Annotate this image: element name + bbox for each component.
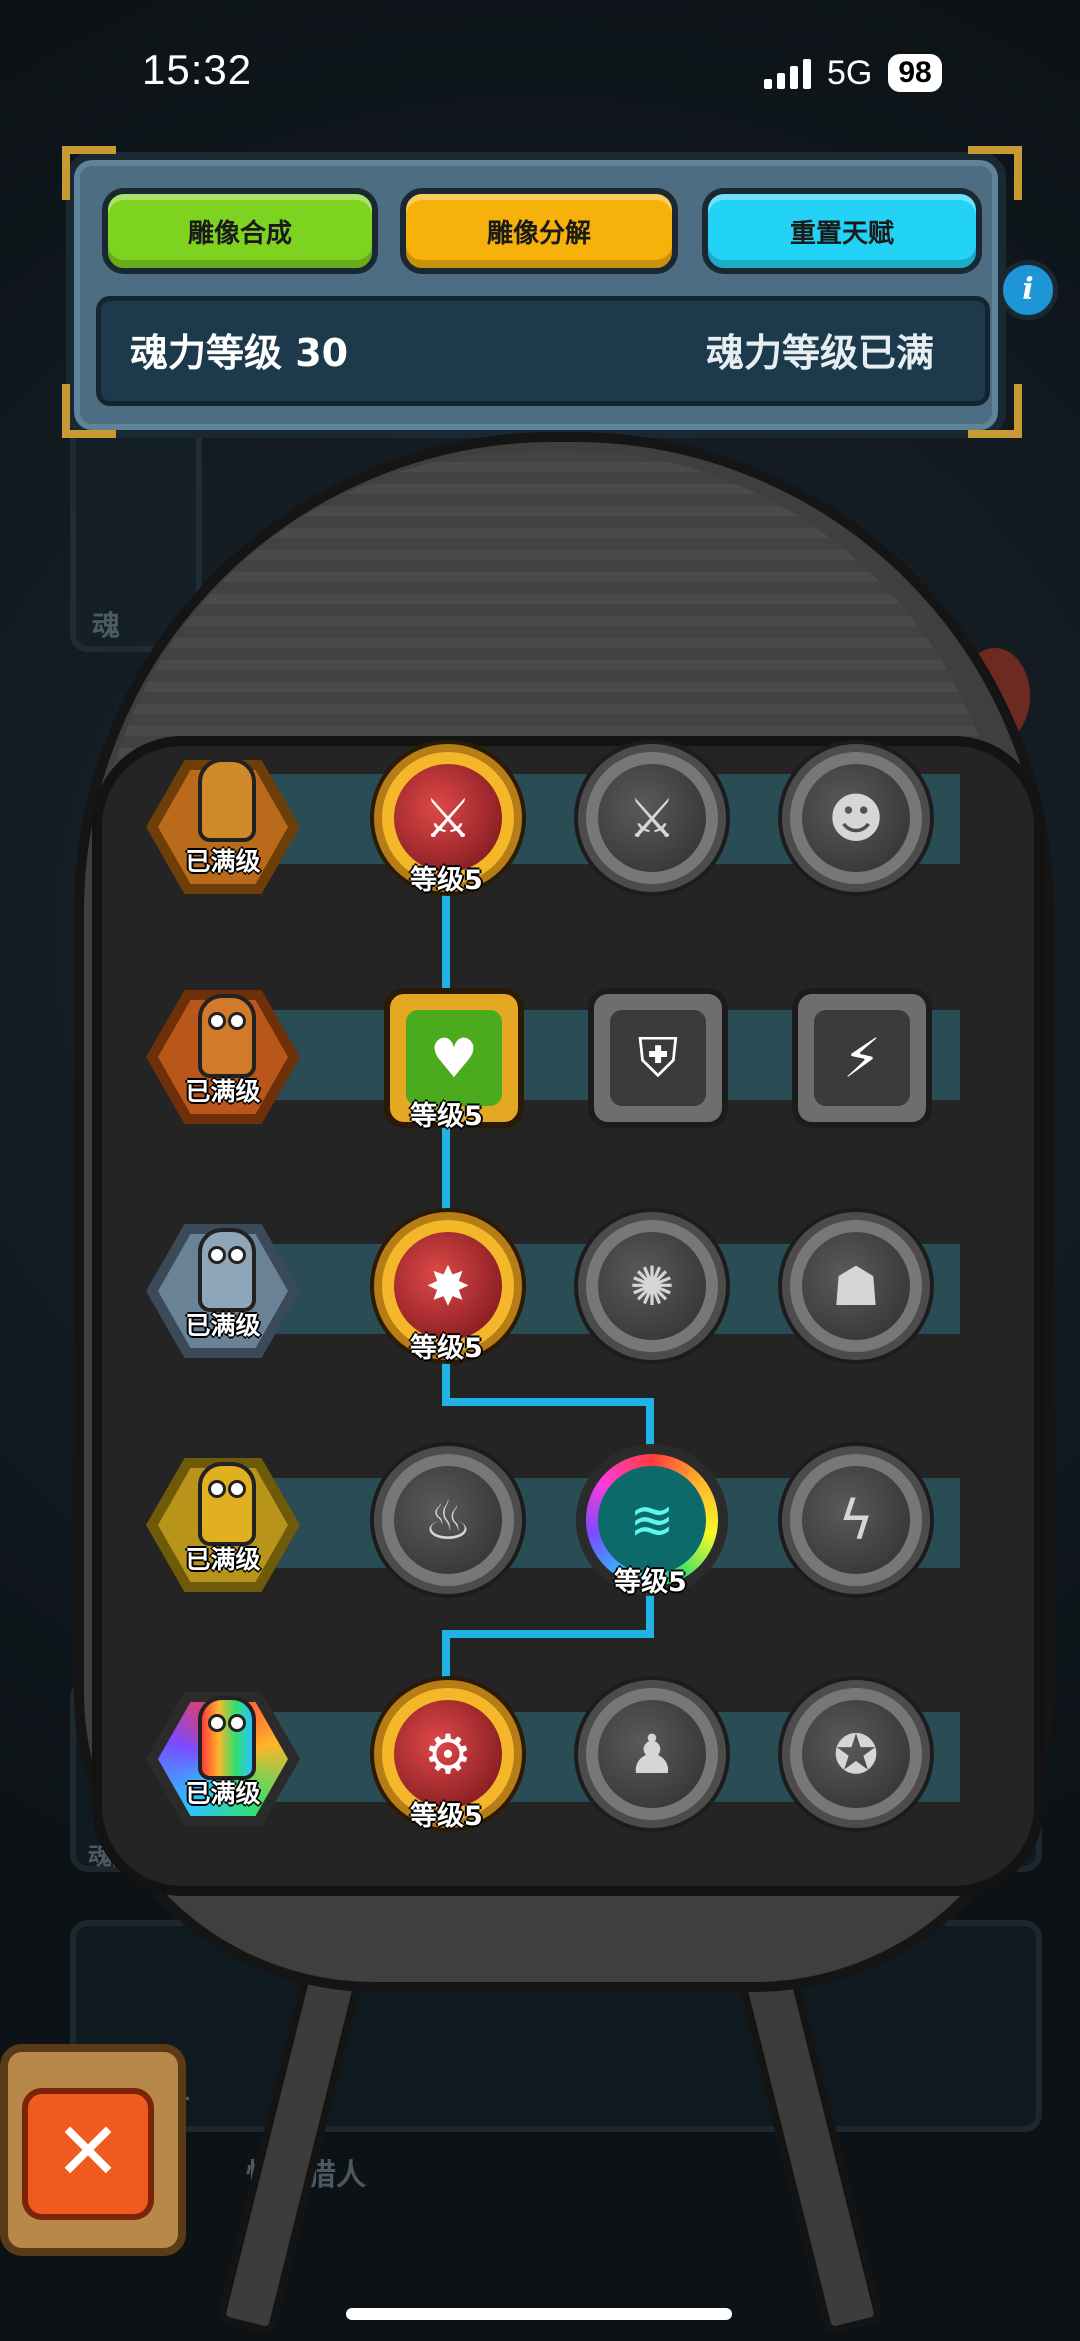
- striped-creature-icon: ☗: [802, 1232, 910, 1340]
- heart-icon: ♥: [406, 1010, 502, 1106]
- power-level-label: 魂力等级 30: [130, 331, 349, 375]
- talent-link: [442, 1116, 450, 1236]
- talent-node-locked[interactable]: ϟ: [790, 1454, 922, 1586]
- talent-node-locked[interactable]: ✪: [790, 1688, 922, 1820]
- statue-slot[interactable]: 已满级: [146, 1692, 300, 1826]
- close-button[interactable]: ✕: [22, 2088, 154, 2220]
- power-level-status: 魂力等级已满: [706, 331, 935, 375]
- creature-icon: ☻: [802, 764, 910, 872]
- fire-icon: ♨: [394, 1466, 502, 1574]
- home-indicator[interactable]: [346, 2308, 732, 2320]
- statue-synthesis-button[interactable]: 雕像合成: [102, 188, 378, 274]
- background-text: 魂: [92, 609, 121, 642]
- machine-icon: ⚙: [394, 1700, 502, 1808]
- explosion-icon: ✸: [394, 1232, 502, 1340]
- talent-link: [442, 880, 450, 1000]
- statue-slot[interactable]: 已满级: [146, 1458, 300, 1592]
- hooded-figure-icon: ♟: [598, 1700, 706, 1808]
- talent-node-locked[interactable]: ⚡: [792, 988, 932, 1128]
- panel-corner: [62, 146, 116, 200]
- statue-max-label: 已满级: [185, 1545, 261, 1574]
- talent-node-locked[interactable]: ♨: [382, 1454, 514, 1586]
- statue-max-label: 已满级: [185, 1779, 261, 1808]
- lightning-icon: ϟ: [802, 1466, 910, 1574]
- statue-max-label: 已满级: [185, 847, 261, 876]
- talent-level-label: 等级5: [410, 1333, 483, 1364]
- status-time: 15:32: [142, 46, 253, 93]
- scythe-icon: ⚔: [394, 764, 502, 872]
- info-icon[interactable]: i: [998, 260, 1058, 320]
- claw-icon: ✺: [598, 1232, 706, 1340]
- statue-max-label: 已满级: [185, 1077, 261, 1106]
- talent-link: [442, 1398, 654, 1406]
- network-label: 5G: [827, 53, 873, 92]
- wave-icon: ≋: [598, 1466, 706, 1574]
- battery-icon: 98: [888, 54, 942, 92]
- talent-level-label: 等级5: [410, 1101, 483, 1132]
- statue-max-label: 已满级: [185, 1311, 261, 1340]
- talent-node-locked[interactable]: ♟: [586, 1688, 718, 1820]
- signal-icon: [764, 57, 811, 89]
- talent-level-label: 等级5: [410, 865, 483, 896]
- shield-icon: ⛨: [610, 1010, 706, 1106]
- statue-slot[interactable]: 已满级: [146, 990, 300, 1124]
- lightning-speed-icon: ⚡: [814, 1010, 910, 1106]
- talent-node-locked[interactable]: ⛨: [588, 988, 728, 1128]
- talent-level-label: 等级5: [614, 1567, 687, 1598]
- talent-node-locked[interactable]: ☗: [790, 1220, 922, 1352]
- talent-node-locked[interactable]: ✺: [586, 1220, 718, 1352]
- cannon-icon: ✪: [802, 1700, 910, 1808]
- statue-slot[interactable]: 已满级: [146, 758, 300, 894]
- statue-slot[interactable]: 已满级: [146, 1224, 300, 1358]
- swords-icon: ⚔: [598, 764, 706, 872]
- talent-level-label: 等级5: [410, 1801, 483, 1832]
- statue-decompose-button[interactable]: 雕像分解: [400, 188, 678, 274]
- panel-corner: [968, 146, 1022, 200]
- status-indicators: 5G 98: [764, 52, 942, 94]
- talent-node-locked[interactable]: ☻: [790, 752, 922, 884]
- talent-link: [442, 1630, 654, 1638]
- talent-node-locked[interactable]: ⚔: [586, 752, 718, 884]
- reset-talent-button[interactable]: 重置天赋: [702, 188, 982, 274]
